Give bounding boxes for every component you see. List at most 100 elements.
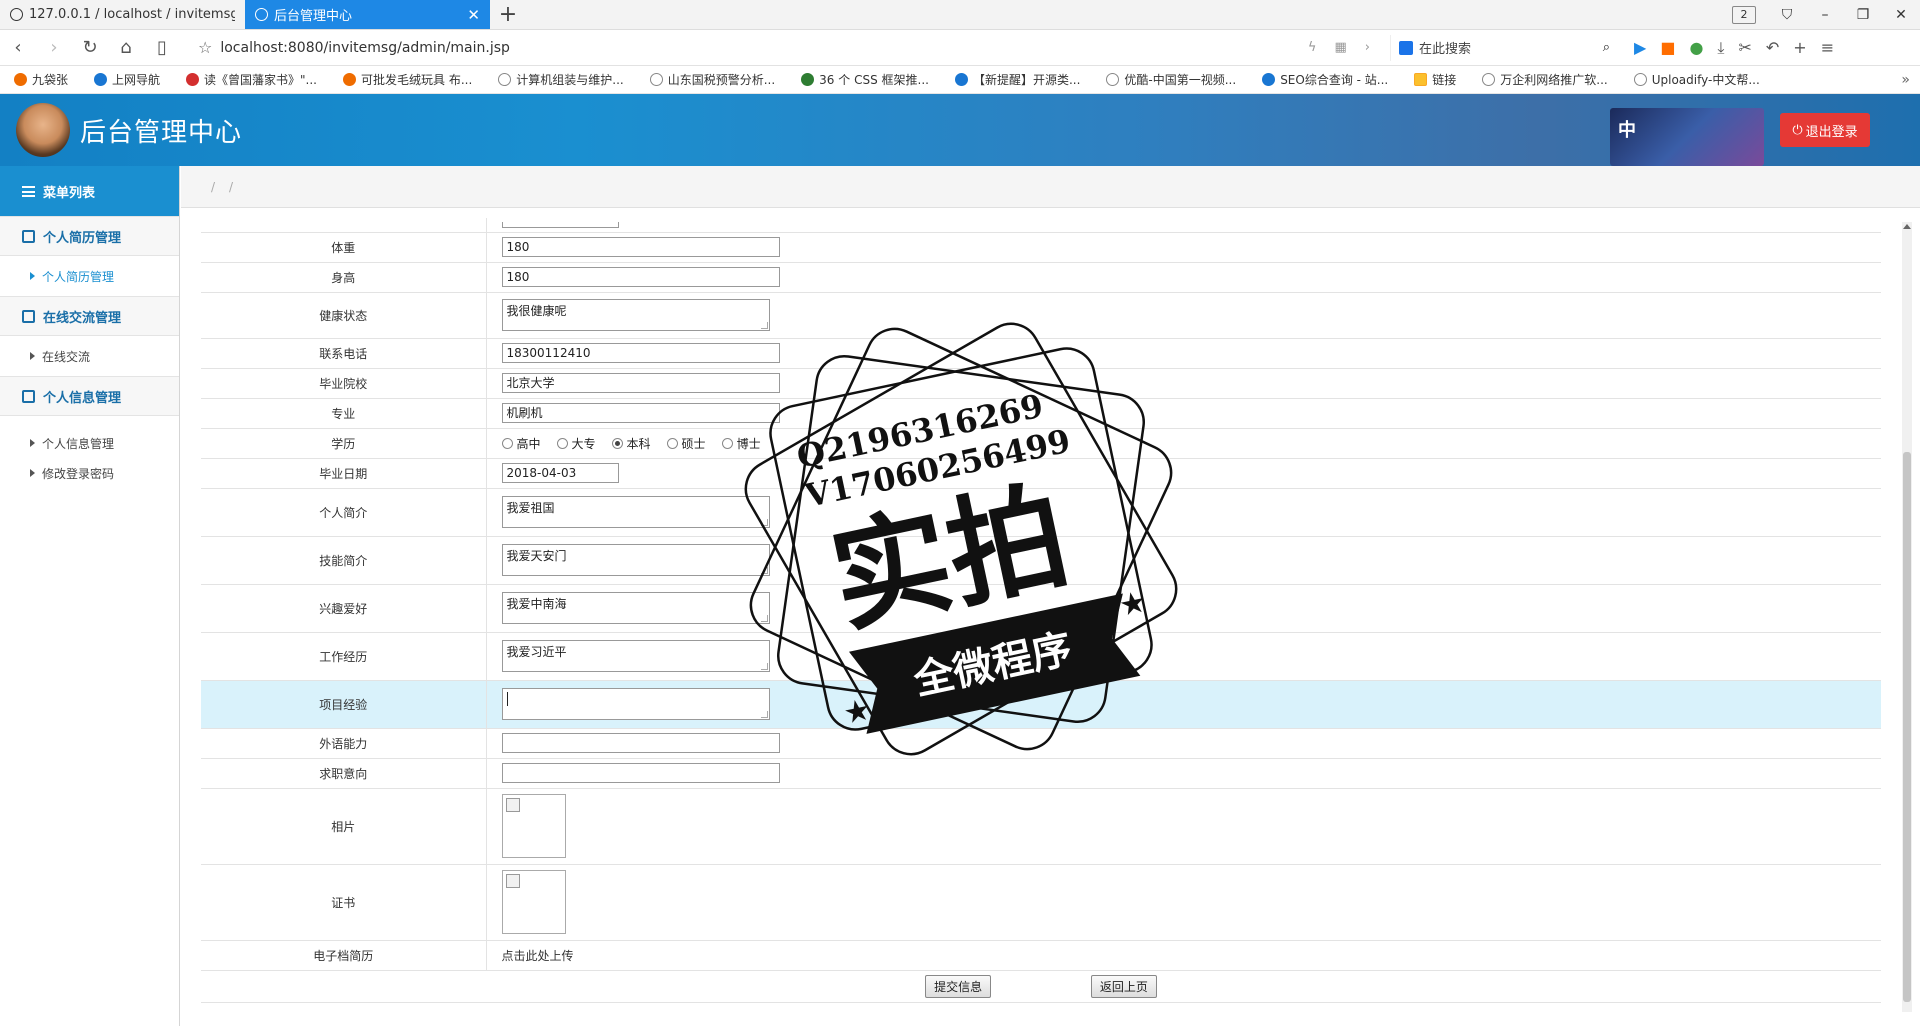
chevron-double-right-icon[interactable]: »	[1901, 72, 1910, 88]
skills-textarea[interactable]: 我爱天安门	[501, 544, 770, 576]
reload-icon[interactable]: ↻	[72, 37, 108, 58]
form-panel: 体重 180 身高 180 健康状态 我很健康呢 联系电话 1830011241…	[181, 208, 1920, 1026]
tab-count-badge[interactable]: 2	[1732, 5, 1756, 24]
bookmark-label: 上网导航	[112, 73, 161, 87]
bookmark-star-icon[interactable]: ☆	[198, 38, 212, 57]
edu-option[interactable]: 硕士	[666, 435, 706, 452]
photo-image-placeholder[interactable]	[501, 794, 566, 858]
bookmark-item[interactable]: 链接	[1414, 71, 1456, 88]
chevron-right-icon[interactable]: ›	[1365, 40, 1370, 55]
bookmark-item[interactable]: 山东国税预警分析...	[649, 71, 775, 88]
sidebar-group-resume[interactable]: 个人简历管理	[0, 216, 179, 256]
close-window-icon[interactable]: ✕	[1882, 7, 1920, 23]
menu-title: 菜单列表	[43, 185, 96, 201]
height-input[interactable]: 180	[501, 267, 780, 287]
bookmark-item[interactable]: 读《曾国藩家书》"...	[186, 71, 317, 88]
clipped-input[interactable]	[501, 221, 619, 228]
bookmark-item[interactable]: Uploadify-中文帮...	[1633, 71, 1760, 88]
grid-icon[interactable]: ▦	[1335, 40, 1347, 55]
breadcrumb-separator: /	[211, 179, 216, 194]
radio-button[interactable]	[666, 437, 678, 449]
scissors-icon[interactable]: ✂	[1738, 38, 1751, 58]
intent-input[interactable]	[501, 763, 780, 783]
edu-option[interactable]: 高中	[501, 435, 541, 452]
form-row-highlighted: 项目经验	[201, 680, 1881, 729]
weight-input[interactable]: 180	[501, 237, 780, 257]
search-icon[interactable]: ⌕	[1603, 40, 1610, 55]
download-icon[interactable]: ⤓	[1717, 38, 1724, 58]
url-field[interactable]: ☆ localhost:8080/invitemsg/admin/main.js…	[190, 34, 1390, 62]
sidebar-item-password[interactable]: 修改登录密码	[0, 458, 179, 488]
intro-textarea[interactable]: 我爱祖国	[501, 496, 770, 528]
url-extras: ϟ ▦ ›	[1308, 40, 1370, 55]
radio-button[interactable]	[501, 437, 513, 449]
sidebar-group-chat[interactable]: 在线交流管理	[0, 296, 179, 336]
edu-option[interactable]: 大专	[556, 435, 596, 452]
shirt-icon[interactable]: ⛉	[1768, 7, 1806, 23]
edu-option[interactable]: 博士	[721, 435, 761, 452]
globe-icon	[498, 73, 512, 86]
bookmark-item[interactable]: 36 个 CSS 框架推...	[801, 71, 929, 88]
ie-icon	[94, 73, 108, 86]
video-icon[interactable]: ■	[1660, 38, 1675, 58]
close-icon[interactable]: ✕	[467, 6, 480, 24]
sidebar-group-profile[interactable]: 个人信息管理	[0, 376, 179, 416]
work-textarea[interactable]: 我爱习近平	[501, 640, 770, 672]
item-label: 在线交流	[42, 349, 91, 364]
grad-date-input[interactable]: 2018-04-03	[501, 463, 619, 483]
restore-icon[interactable]: ❐	[1844, 7, 1882, 23]
scroll-up-icon[interactable]	[1903, 224, 1911, 229]
edu-option[interactable]: 本科	[611, 435, 651, 452]
sidebar-item-profile[interactable]: 个人信息管理	[0, 428, 179, 458]
new-tab-button[interactable]: +	[490, 0, 526, 29]
bookmark-item[interactable]: 计算机组装与维护...	[498, 71, 624, 88]
back-icon[interactable]: ‹	[0, 37, 36, 58]
search-input[interactable]: 在此搜索 ⌕	[1390, 34, 1610, 61]
browser-tab-bar: 127.0.0.1 / localhost / invitemsg / ‹ 后台…	[0, 0, 1920, 30]
play-icon[interactable]: ▶	[1634, 38, 1646, 58]
logout-button[interactable]: ⏻ 退出登录	[1780, 113, 1870, 147]
school-input[interactable]: 北京大学	[501, 373, 780, 393]
search-engine-icon[interactable]	[1399, 40, 1413, 55]
scrollbar[interactable]	[1902, 222, 1912, 1012]
row-value-clipped	[486, 218, 1881, 233]
health-textarea[interactable]: 我很健康呢	[501, 299, 770, 331]
cert-image-placeholder[interactable]	[501, 870, 566, 934]
bookmark-item[interactable]: 可批发毛绒玩具 布...	[343, 71, 472, 88]
bookmark-item[interactable]: 上网导航	[94, 71, 160, 88]
sidebar-item-chat[interactable]: 在线交流	[0, 336, 179, 376]
form-row: 个人简介 我爱祖国	[201, 488, 1881, 537]
minimize-icon[interactable]: –	[1806, 7, 1844, 23]
sidebar-item-resume[interactable]: 个人简历管理	[0, 256, 179, 296]
browser-tab-admin[interactable]: 后台管理中心 ✕	[245, 0, 490, 29]
bookmark-item[interactable]: SEO综合查询 - 站...	[1262, 71, 1388, 88]
scroll-thumb[interactable]	[1903, 452, 1911, 1002]
submit-button[interactable]: 提交信息	[925, 974, 992, 998]
project-textarea[interactable]	[501, 688, 770, 720]
reading-icon[interactable]: ▯	[144, 37, 180, 58]
phone-input[interactable]: 18300112410	[501, 343, 780, 363]
bookmark-item[interactable]: 万企利网络推广软...	[1482, 71, 1608, 88]
hobby-textarea[interactable]: 我爱中南海	[501, 592, 770, 624]
major-input[interactable]: 机刷机	[501, 403, 780, 423]
bookmark-item[interactable]: 【新提醒】开源类...	[954, 71, 1080, 88]
chat-icon[interactable]: ●	[1689, 38, 1703, 58]
undo-icon[interactable]: ↶	[1766, 38, 1779, 58]
bookmark-item[interactable]: 优酷-中国第一视频...	[1106, 71, 1236, 88]
bookmark-item[interactable]: 九袋张	[14, 71, 68, 88]
language-input[interactable]	[501, 733, 780, 753]
home-icon[interactable]: ⌂	[108, 37, 144, 58]
edu-option-label: 硕士	[681, 436, 706, 451]
back-button[interactable]: 返回上页	[1090, 974, 1157, 998]
browser-tab-localhost[interactable]: 127.0.0.1 / localhost / invitemsg / ‹	[0, 0, 245, 29]
flash-icon[interactable]: ϟ	[1308, 40, 1317, 55]
radio-button-checked[interactable]	[611, 437, 623, 449]
add-icon[interactable]: +	[1793, 38, 1806, 58]
menu-icon[interactable]: ≡	[1821, 38, 1834, 58]
radio-button[interactable]	[556, 437, 568, 449]
radio-button[interactable]	[721, 437, 733, 449]
bookmark-label: 链接	[1432, 73, 1457, 87]
forward-icon[interactable]: ›	[36, 37, 72, 58]
upload-link[interactable]: 点击此处上传	[502, 949, 574, 963]
form-row	[201, 218, 1881, 233]
